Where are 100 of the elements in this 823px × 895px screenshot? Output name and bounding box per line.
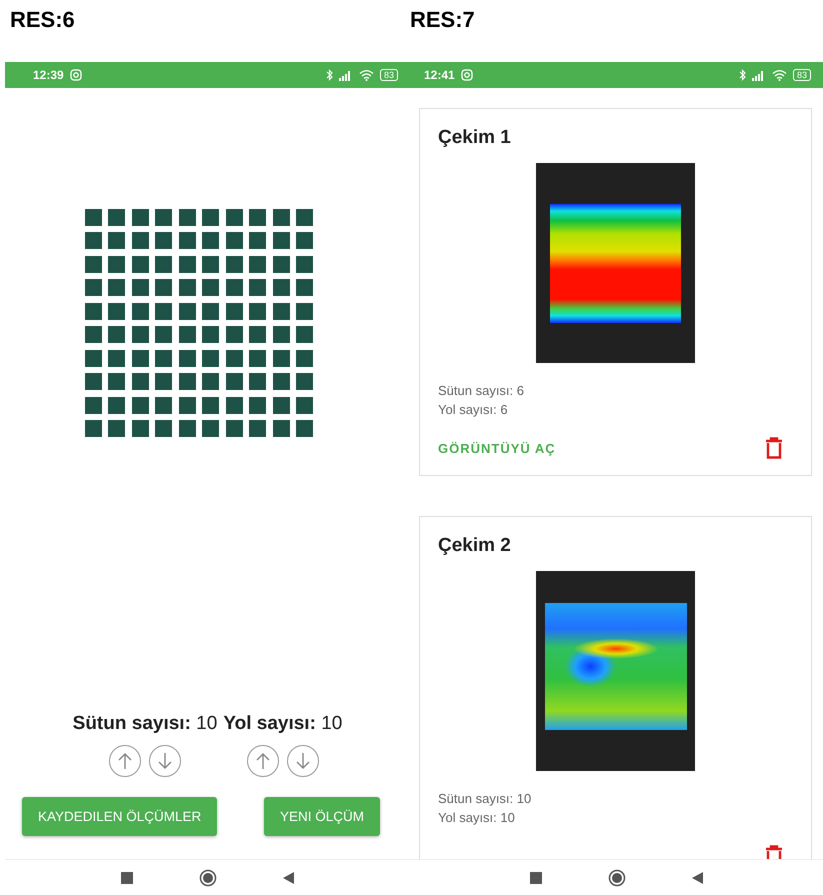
grid-square — [132, 420, 149, 438]
recents-icon[interactable] — [121, 872, 133, 884]
back-icon[interactable] — [283, 872, 294, 884]
grid-square — [296, 326, 314, 344]
counter-text: Yol sayısı: 10 — [223, 713, 342, 735]
camera-icon — [460, 69, 473, 81]
grid-square — [296, 256, 314, 273]
grid-square — [202, 326, 220, 344]
grid-square — [296, 420, 314, 438]
up-arrow-icon — [118, 752, 132, 770]
grid-square — [249, 232, 266, 250]
grid-square — [178, 279, 196, 296]
grid-square — [155, 326, 172, 344]
grid-square — [84, 350, 102, 367]
grid-square — [178, 373, 196, 390]
column-count: Sütun sayısı: 6 — [438, 382, 525, 400]
grid-square — [202, 232, 220, 250]
grid-square — [272, 302, 290, 320]
grid-square — [84, 326, 102, 344]
grid-square — [226, 256, 243, 273]
grid-square — [155, 396, 172, 414]
grid-square — [272, 396, 290, 414]
status-time: 12:41 — [424, 68, 455, 82]
grid-square — [296, 279, 314, 296]
increase-button[interactable] — [108, 745, 141, 777]
home-icon[interactable] — [199, 868, 217, 886]
row-count: Yol sayısı: 6 — [438, 401, 509, 419]
card-title: Çekim 1 — [438, 127, 512, 149]
grid-square — [155, 350, 172, 367]
grid-square — [249, 302, 266, 320]
grid-square — [108, 373, 126, 390]
grid-square — [132, 279, 149, 296]
grid-square — [272, 208, 290, 226]
grid-square — [155, 208, 172, 226]
open-image-button[interactable]: GÖRÜNTÜYÜ AÇ — [438, 440, 556, 456]
grid-square — [178, 302, 196, 320]
grid-square — [296, 302, 314, 320]
column-count: Sütun sayısı: 10 — [438, 790, 532, 808]
grid-square — [132, 326, 149, 344]
grid-square — [249, 396, 266, 414]
grid-square — [84, 302, 102, 320]
back-icon[interactable] — [692, 872, 703, 884]
card-title: Çekim 2 — [438, 535, 512, 557]
grid-square — [178, 396, 196, 414]
grid-square — [84, 420, 102, 438]
wifi-icon — [358, 69, 374, 81]
trash-icon[interactable] — [765, 437, 783, 459]
figure-label: RES:6 — [9, 6, 75, 34]
grid-square — [272, 350, 290, 367]
grid-square — [178, 350, 196, 367]
grid-square — [108, 350, 126, 367]
grid-square — [132, 208, 149, 226]
grid-square — [202, 396, 220, 414]
grid-square — [108, 279, 126, 296]
row-count: Yol sayısı: 10 — [438, 809, 516, 827]
down-arrow-icon — [296, 752, 310, 770]
grid-square — [155, 373, 172, 390]
increase-button[interactable] — [246, 745, 279, 777]
recents-icon[interactable] — [530, 872, 542, 884]
grid-square — [272, 256, 290, 273]
grid-square — [132, 350, 149, 367]
grid-square — [132, 302, 149, 320]
grid-square — [226, 373, 243, 390]
grid-square — [178, 256, 196, 273]
home-icon[interactable] — [608, 868, 626, 886]
grid-square — [226, 420, 243, 438]
grid-square — [132, 256, 149, 273]
grid-square — [84, 256, 102, 273]
grid-square — [226, 326, 243, 344]
grid-square — [84, 232, 102, 250]
figure-label: RES:7 — [410, 6, 475, 34]
grid-square — [296, 232, 314, 250]
grid-square — [296, 396, 314, 414]
down-arrow-icon — [158, 752, 172, 770]
grid-square — [108, 420, 126, 438]
grid-square — [249, 350, 266, 367]
grid-square — [108, 256, 126, 273]
bluetooth-icon — [326, 69, 333, 81]
signal-icon — [752, 70, 766, 80]
grid-square — [202, 208, 220, 226]
action-button[interactable]: KAYDEDILEN ÖLÇÜMLER — [22, 797, 218, 836]
grid-square — [272, 232, 290, 250]
grid-square — [272, 279, 290, 296]
up-arrow-icon — [256, 752, 270, 770]
grid-square — [178, 420, 196, 438]
grid-square — [108, 326, 126, 344]
decrease-button[interactable] — [148, 745, 181, 777]
grid-square — [226, 208, 243, 226]
grid-square — [155, 232, 172, 250]
grid-square — [226, 232, 243, 250]
action-button[interactable]: YENI ÖLÇÜM — [264, 797, 380, 836]
grid-square — [155, 302, 172, 320]
grid-square — [202, 256, 220, 273]
grid-square — [155, 279, 172, 296]
battery-indicator: 83 — [792, 69, 811, 81]
decrease-button[interactable] — [286, 745, 319, 777]
bluetooth-icon — [738, 69, 746, 81]
grid-square — [155, 256, 172, 273]
grid-square — [296, 208, 314, 226]
camera-icon — [70, 69, 82, 81]
